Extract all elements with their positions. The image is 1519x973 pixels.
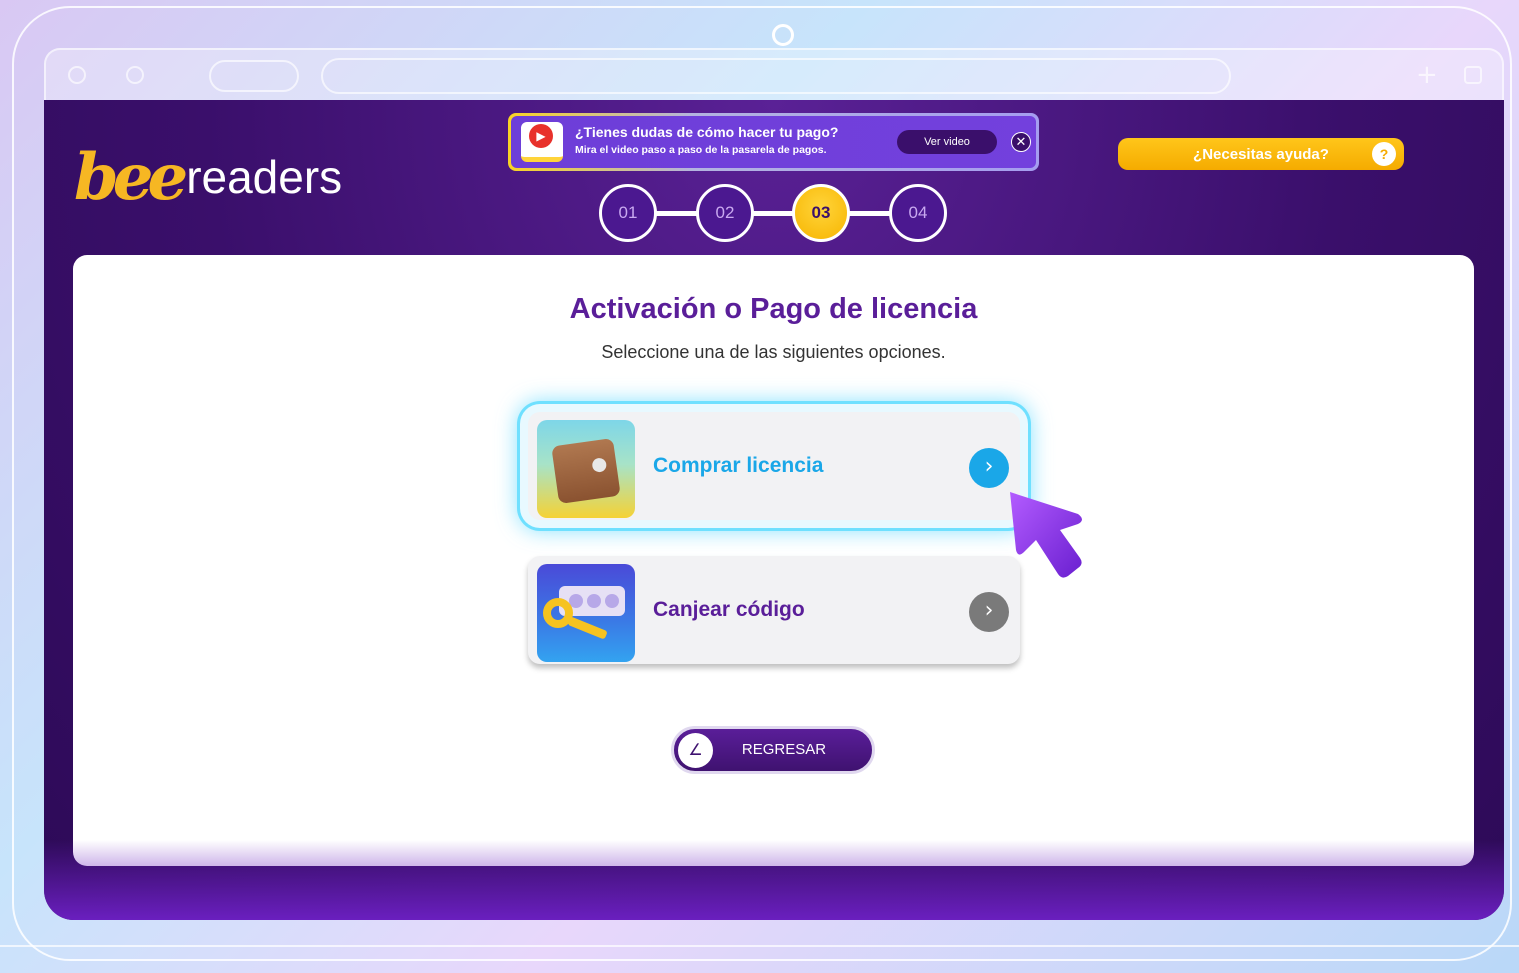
help-button[interactable]: ¿Necesitas ayuda? ? — [1118, 138, 1404, 170]
tabs-icon[interactable] — [1464, 66, 1482, 84]
frame-bottom-line — [0, 945, 1519, 947]
redeem-code-label: Canjear código — [653, 598, 805, 621]
wallet-icon — [537, 420, 635, 518]
step-4: 04 — [889, 184, 947, 242]
chevron-right-icon[interactable]: › — [969, 448, 1009, 488]
beereaders-logo[interactable]: bee readers — [74, 130, 342, 210]
key-icon — [537, 564, 635, 662]
stepper-line — [629, 211, 919, 216]
redeem-code-option[interactable]: Canjear código › — [528, 556, 1020, 664]
page-title: Activación o Pago de licencia — [569, 293, 978, 325]
back-button-label: REGRESAR — [741, 741, 827, 758]
buy-license-option[interactable]: Comprar licencia › — [528, 412, 1020, 520]
close-icon[interactable]: ✕ — [1011, 132, 1031, 152]
back-nav-icon[interactable] — [68, 66, 86, 84]
logo-bee-text: bee — [74, 140, 188, 215]
chevron-right-icon[interactable]: › — [969, 592, 1009, 632]
buy-license-label: Comprar licencia — [653, 454, 824, 477]
banner-body: ▶ ¿Tienes dudas de cómo hacer tu pago? M… — [511, 116, 1036, 168]
question-icon: ? — [1372, 142, 1396, 166]
payment-video-banner: ▶ ¿Tienes dudas de cómo hacer tu pago? M… — [508, 113, 1039, 171]
pointer-cursor-icon — [1010, 492, 1082, 578]
key-shaft — [567, 616, 608, 640]
watch-video-button[interactable]: Ver video — [897, 130, 997, 154]
help-button-label: ¿Necesitas ayuda? — [1193, 145, 1329, 163]
step-2: 02 — [696, 184, 754, 242]
banner-subtitle: Mira el video paso a paso de la pasarela… — [575, 144, 827, 156]
progress-stepper: 01 02 03 04 — [599, 184, 949, 244]
play-icon: ▶ — [529, 124, 553, 148]
address-bar[interactable] — [321, 58, 1231, 94]
new-tab-icon[interactable]: + — [1416, 60, 1438, 90]
back-button[interactable]: ∠ REGRESAR — [671, 726, 875, 774]
step-3: 03 — [792, 184, 850, 242]
step-1: 01 — [599, 184, 657, 242]
banner-title: ¿Tienes dudas de cómo hacer tu pago? — [575, 124, 839, 140]
camera-icon — [772, 24, 794, 46]
wallet-shape — [551, 437, 621, 505]
video-thumbnail-icon: ▶ — [521, 122, 563, 162]
license-card: Activación o Pago de licencia Seleccione… — [73, 255, 1474, 866]
logo-readers-text: readers — [186, 151, 343, 203]
nav-buttons[interactable] — [209, 60, 299, 92]
page-subtitle: Seleccione una de las siguientes opcione… — [601, 342, 946, 362]
browser-toolbar: + — [44, 48, 1504, 100]
app-container: bee readers ▶ ¿Tienes dudas de cómo hace… — [44, 100, 1504, 920]
reload-nav-icon[interactable] — [126, 66, 144, 84]
